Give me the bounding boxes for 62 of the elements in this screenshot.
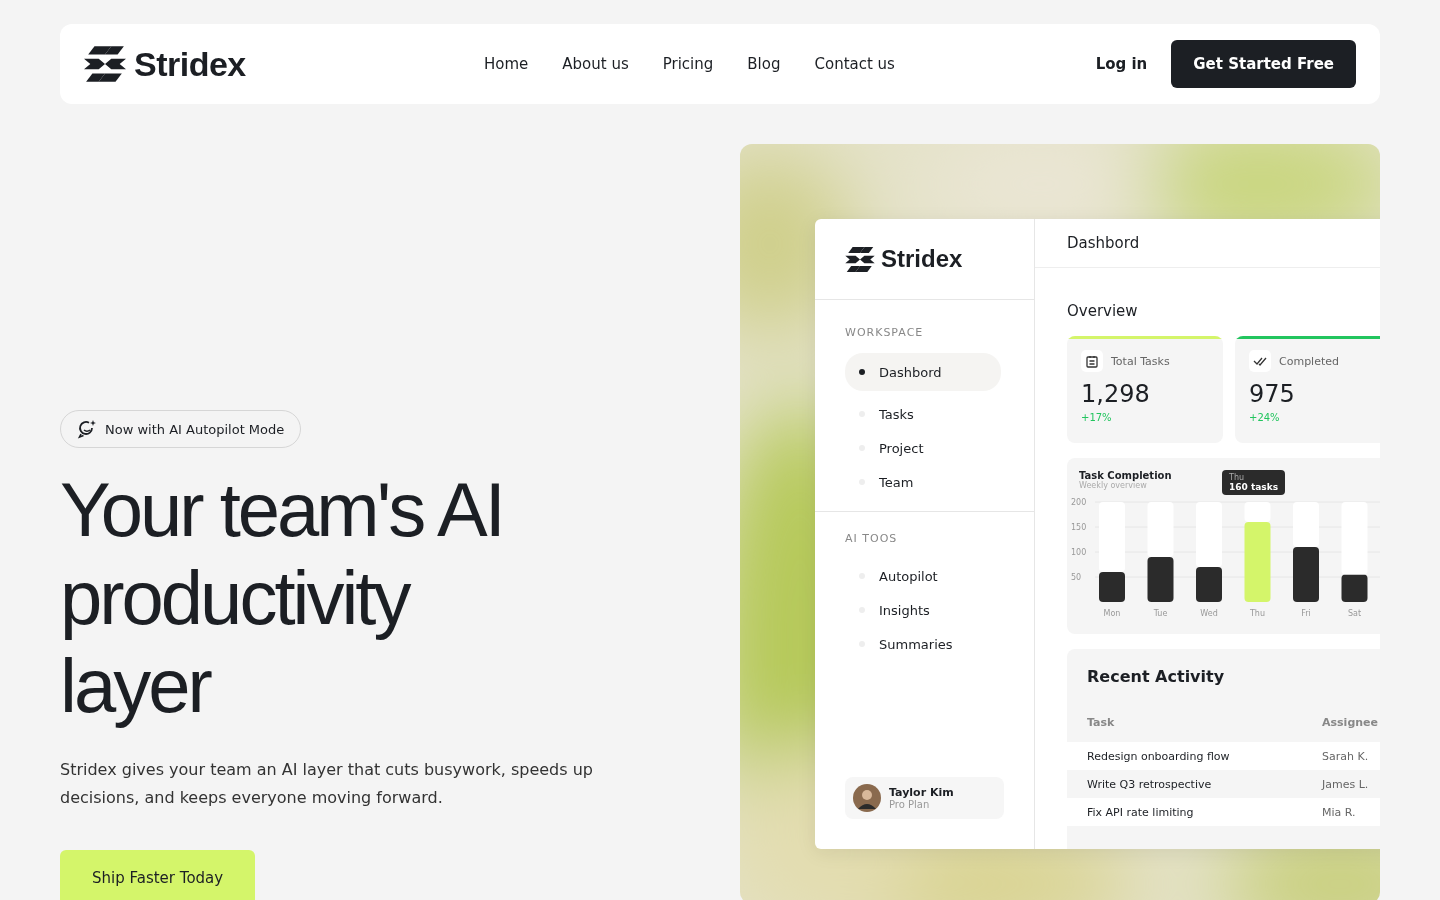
- x-tick-label: Wed: [1200, 609, 1218, 618]
- stat-value: 975: [1249, 380, 1296, 408]
- logo-icon: [845, 246, 875, 272]
- chart-title: Task Completion: [1079, 470, 1172, 481]
- nav-link[interactable]: Blog: [747, 55, 781, 73]
- section-heading: WORKSPACE: [845, 326, 925, 339]
- y-tick-label: 150: [1071, 523, 1087, 532]
- user-name: Taylor Kim: [889, 786, 954, 799]
- stat-value: 1,298: [1081, 380, 1151, 408]
- ship-button[interactable]: Ship Faster Today: [60, 850, 256, 900]
- badge-text: Now with AI Autopilot Mode: [105, 421, 285, 437]
- x-tick-label: Mon: [1103, 609, 1121, 618]
- page-title: Dashbord: [1067, 234, 1140, 252]
- double-check-icon: [1253, 356, 1267, 366]
- brand-name: Stridex: [881, 245, 963, 273]
- table-cell-text: Write Q3 retrospective: [1087, 777, 1213, 791]
- hero-heading: Your team's AI productivity layer: [60, 466, 504, 730]
- column-header: Task: [1087, 715, 1116, 729]
- user-card[interactable]: Taylor Kim Pro Plan: [845, 777, 1004, 819]
- sidebar-item[interactable]: Project: [845, 431, 1001, 465]
- column-header: Assignee: [1322, 715, 1378, 729]
- stat-change: +17%: [1081, 412, 1113, 423]
- table-cell: James L.: [1322, 777, 1369, 791]
- sidebar-item[interactable]: Tasks: [845, 397, 1001, 431]
- logo-icon: [84, 46, 126, 82]
- user-plan: Pro Plan: [889, 799, 931, 810]
- section-heading: AI TOOS: [845, 532, 899, 545]
- sidebar-item[interactable]: Autopilot: [845, 559, 1001, 593]
- nav-link[interactable]: About us: [562, 55, 629, 73]
- tooltip-day: Thu: [1229, 473, 1278, 482]
- ai-chat-icon: [77, 419, 97, 439]
- table-cell: Mia R.: [1322, 805, 1356, 819]
- nav-link[interactable]: Pricing: [662, 55, 714, 73]
- clipboard-icon: [1086, 354, 1098, 368]
- nav-link[interactable]: Contact us: [814, 55, 895, 73]
- y-tick-label: 100: [1071, 548, 1087, 557]
- sidebar-item[interactable]: Insights: [845, 593, 1001, 627]
- x-tick-label: Fri: [1301, 609, 1311, 618]
- y-tick-label: 50: [1071, 573, 1082, 582]
- stat-label: Total Tasks: [1111, 354, 1170, 368]
- sidebar-item[interactable]: Summaries: [845, 627, 1001, 661]
- stat-change: +24%: [1249, 412, 1281, 423]
- card-title: Recent Activity: [1086, 667, 1226, 686]
- sidebar-item[interactable]: Dashbord: [845, 353, 1001, 391]
- y-tick-label: 200: [1071, 498, 1087, 507]
- tooltip-value: 160 tasks: [1229, 482, 1278, 492]
- section-title: Overview: [1067, 302, 1139, 320]
- login-link[interactable]: Log in: [1095, 55, 1148, 73]
- nav-link[interactable]: Home: [484, 55, 529, 73]
- get-started-button[interactable]: Get Started Free: [1171, 40, 1356, 88]
- chart-subtitle: Weekly overview: [1079, 481, 1147, 490]
- table-cell-text: Redesign onboarding flow: [1087, 749, 1231, 763]
- table-cell: Sarah K.: [1322, 749, 1369, 763]
- table-cell-text: Fix API rate limiting: [1087, 805, 1195, 819]
- x-tick-label: Tue: [1153, 609, 1168, 618]
- x-tick-label: Sat: [1347, 609, 1362, 618]
- hero-description: Stridex gives your team an AI layer that cuts busywork, speeds up decisions, and keeps everyone moving forward.: [60, 759, 594, 809]
- x-tick-label: Thu: [1250, 609, 1265, 618]
- stat-label: Completed: [1279, 354, 1339, 368]
- avatar-icon: [853, 784, 881, 812]
- brand-name[interactable]: Stridex: [134, 44, 246, 84]
- sidebar-item[interactable]: Team: [845, 465, 1001, 499]
